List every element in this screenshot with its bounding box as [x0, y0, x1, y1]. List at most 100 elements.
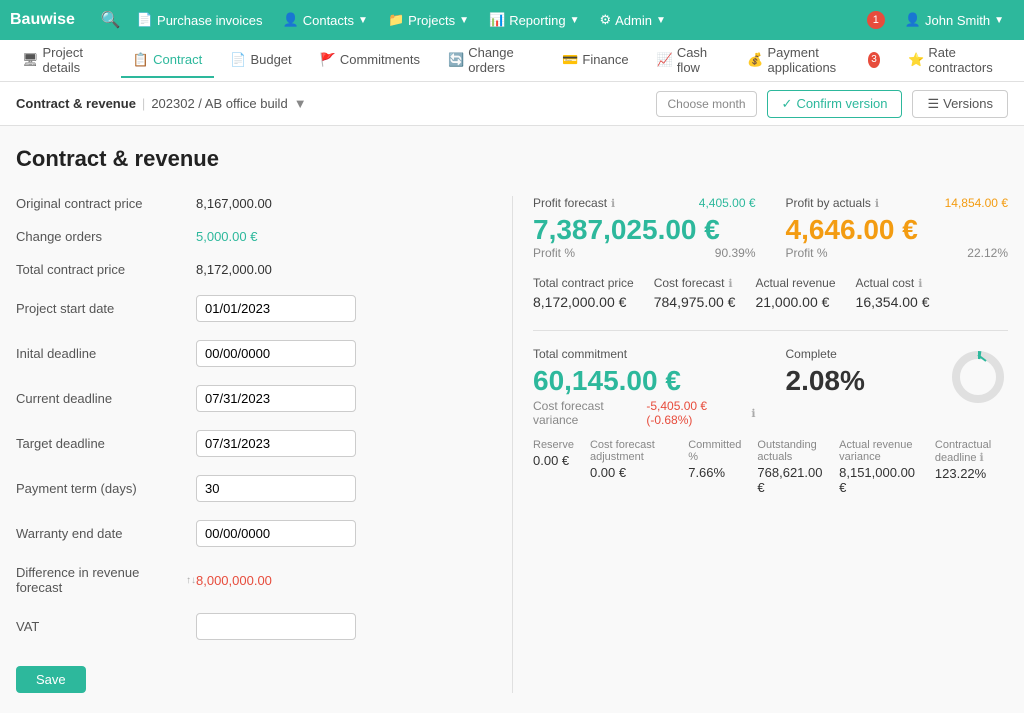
- confirm-version-button[interactable]: ✓ Confirm version: [767, 90, 903, 118]
- tab-contract[interactable]: 📋 Contract: [121, 44, 214, 78]
- contractual-deadline-value: 123.22%: [935, 466, 1008, 481]
- total-contract-stat: Total contract price 8,172,000.00 €: [533, 276, 634, 310]
- cost-forecast-stat-value: 784,975.00 €: [654, 294, 736, 310]
- user-icon: 👤: [905, 12, 921, 28]
- breadcrumb-bar: Contract & revenue | 202302 / AB office …: [0, 82, 1024, 126]
- chevron-down-icon: ▼: [459, 15, 469, 26]
- sub-navbar: 🖥 Project details 📋 Contract 📄 Budget 🚩 …: [0, 40, 1024, 82]
- breadcrumb-title: Contract & revenue: [16, 96, 136, 111]
- nav-admin[interactable]: ⚙ Admin ▼: [589, 12, 675, 28]
- outstanding-actuals-value: 768,621.00 €: [757, 465, 823, 495]
- reporting-icon: 📊: [489, 12, 505, 28]
- nav-purchase-invoices[interactable]: 📄 Purchase invoices: [127, 12, 273, 28]
- info-icon: ℹ: [728, 277, 732, 290]
- actual-revenue-stat-value: 21,000.00 €: [755, 294, 835, 310]
- profit-forecast-label: Profit forecast ℹ 4,405.00 €: [533, 196, 756, 210]
- change-orders-row: Change orders 5,000.00 €: [16, 229, 492, 244]
- right-column: Profit forecast ℹ 4,405.00 € 7,387,025.0…: [512, 196, 1008, 693]
- tab-project-details[interactable]: 🖥 Project details: [10, 37, 117, 85]
- breadcrumb: Contract & revenue | 202302 / AB office …: [16, 96, 307, 111]
- actual-revenue-variance-value: 8,151,000.00 €: [839, 465, 919, 495]
- tab-payment-applications[interactable]: 💰 Payment applications 3: [735, 37, 892, 85]
- user-menu[interactable]: 👤 John Smith ▼: [895, 12, 1014, 28]
- breadcrumb-dropdown-icon[interactable]: ▼: [294, 96, 307, 111]
- search-icon[interactable]: 🔍: [95, 10, 127, 30]
- navbar-right: 1 👤 John Smith ▼: [867, 11, 1014, 29]
- diff-revenue-label: Difference in revenue forecast ↑↓: [16, 565, 196, 595]
- cost-forecast-adj-value: 0.00 €: [590, 465, 672, 480]
- content-grid: Original contract price 8,167,000.00 Cha…: [16, 196, 1008, 693]
- profit-actuals-block: Profit by actuals ℹ 14,854.00 € 4,646.00…: [786, 196, 1009, 260]
- cost-forecast-adj-stat: Cost forecast adjustment 0.00 €: [590, 439, 672, 495]
- committed-pct-stat: Committed % 7.66%: [688, 439, 741, 495]
- cost-forecast-stat-label: Cost forecast ℹ: [654, 276, 736, 290]
- tab-commitments[interactable]: 🚩 Commitments: [308, 44, 432, 78]
- save-button[interactable]: Save: [16, 666, 86, 693]
- total-contract-price-value: 8,172,000.00: [196, 262, 272, 277]
- info-icon: ℹ: [980, 452, 984, 464]
- tab-change-orders[interactable]: 🔄 Change orders: [436, 37, 546, 85]
- cost-forecast-variance-label: Cost forecast variance: [533, 399, 640, 427]
- info-icon: ℹ: [875, 197, 879, 210]
- divider: [533, 330, 1008, 331]
- versions-button[interactable]: ☰ Versions: [912, 90, 1008, 118]
- breadcrumb-project: 202302 / AB office build: [151, 96, 287, 111]
- initial-deadline-input[interactable]: [196, 340, 356, 367]
- breadcrumb-actions: Choose month ✓ Confirm version ☰ Version…: [656, 90, 1008, 118]
- complete-block: Complete 2.08%: [786, 347, 1009, 427]
- tab-budget[interactable]: 📄 Budget: [218, 44, 303, 78]
- contract-icon: 📋: [133, 52, 149, 68]
- total-commitment-label: Total commitment: [533, 347, 756, 361]
- payment-term-label: Payment term (days): [16, 481, 196, 496]
- chevron-down-icon: ▼: [570, 15, 580, 26]
- checkmark-icon: ✓: [782, 96, 793, 112]
- warranty-end-date-row: Warranty end date: [16, 520, 492, 547]
- commitment-complete-section: Total commitment 60,145.00 € Cost foreca…: [533, 347, 1008, 427]
- vat-label: VAT: [16, 619, 196, 634]
- tab-cash-flow[interactable]: 📈 Cash flow: [645, 37, 732, 85]
- complete-pct-value: 2.08%: [786, 365, 865, 397]
- choose-month-select[interactable]: Choose month: [656, 91, 756, 117]
- flag-icon: 🚩: [320, 52, 336, 68]
- target-deadline-input[interactable]: [196, 430, 356, 457]
- actual-revenue-variance-stat: Actual revenue variance 8,151,000.00 €: [839, 439, 919, 495]
- original-contract-price-label: Original contract price: [16, 196, 196, 211]
- gear-icon: ⚙: [599, 12, 611, 28]
- notification-badge[interactable]: 1: [867, 11, 885, 29]
- info-icon: ℹ: [611, 197, 615, 210]
- left-column: Original contract price 8,167,000.00 Cha…: [16, 196, 512, 693]
- total-commitment-value: 60,145.00 €: [533, 365, 756, 397]
- current-deadline-label: Current deadline: [16, 391, 196, 406]
- payment-term-input[interactable]: [196, 475, 356, 502]
- target-deadline-row: Target deadline: [16, 430, 492, 457]
- diff-revenue-value: 8,000,000.00: [196, 573, 272, 588]
- total-contract-stat-value: 8,172,000.00 €: [533, 294, 634, 310]
- vat-input[interactable]: [196, 613, 356, 640]
- change-orders-icon: 🔄: [448, 52, 464, 68]
- project-start-date-input[interactable]: [196, 295, 356, 322]
- warranty-end-date-input[interactable]: [196, 520, 356, 547]
- target-deadline-label: Target deadline: [16, 436, 196, 451]
- nav-projects[interactable]: 📁 Projects ▼: [378, 12, 479, 28]
- original-contract-price-row: Original contract price 8,167,000.00: [16, 196, 492, 211]
- change-orders-value[interactable]: 5,000.00 €: [196, 229, 257, 244]
- current-deadline-input[interactable]: [196, 385, 356, 412]
- tab-rate-contractors[interactable]: ⭐ Rate contractors: [896, 37, 1014, 85]
- nav-contacts[interactable]: 👤 Contacts ▼: [273, 12, 378, 28]
- actual-revenue-stat: Actual revenue 21,000.00 €: [755, 276, 835, 310]
- finance-icon: 💳: [562, 52, 578, 68]
- cost-forecast-stat: Cost forecast ℹ 784,975.00 €: [654, 276, 736, 310]
- outstanding-actuals-stat: Outstanding actuals 768,621.00 €: [757, 439, 823, 495]
- contacts-icon: 👤: [283, 12, 299, 28]
- info-icon: ↑↓: [186, 575, 196, 586]
- project-start-date-row: Project start date: [16, 295, 492, 322]
- diff-revenue-row: Difference in revenue forecast ↑↓ 8,000,…: [16, 565, 492, 595]
- info-icon: ℹ: [751, 407, 755, 420]
- original-contract-price-value: 8,167,000.00: [196, 196, 272, 211]
- current-deadline-row: Current deadline: [16, 385, 492, 412]
- tab-finance[interactable]: 💳 Finance: [550, 44, 640, 78]
- total-commitment-block: Total commitment 60,145.00 € Cost foreca…: [533, 347, 756, 427]
- initial-deadline-label: Inital deadline: [16, 346, 196, 361]
- cashflow-icon: 📈: [657, 52, 673, 68]
- nav-reporting[interactable]: 📊 Reporting ▼: [479, 12, 589, 28]
